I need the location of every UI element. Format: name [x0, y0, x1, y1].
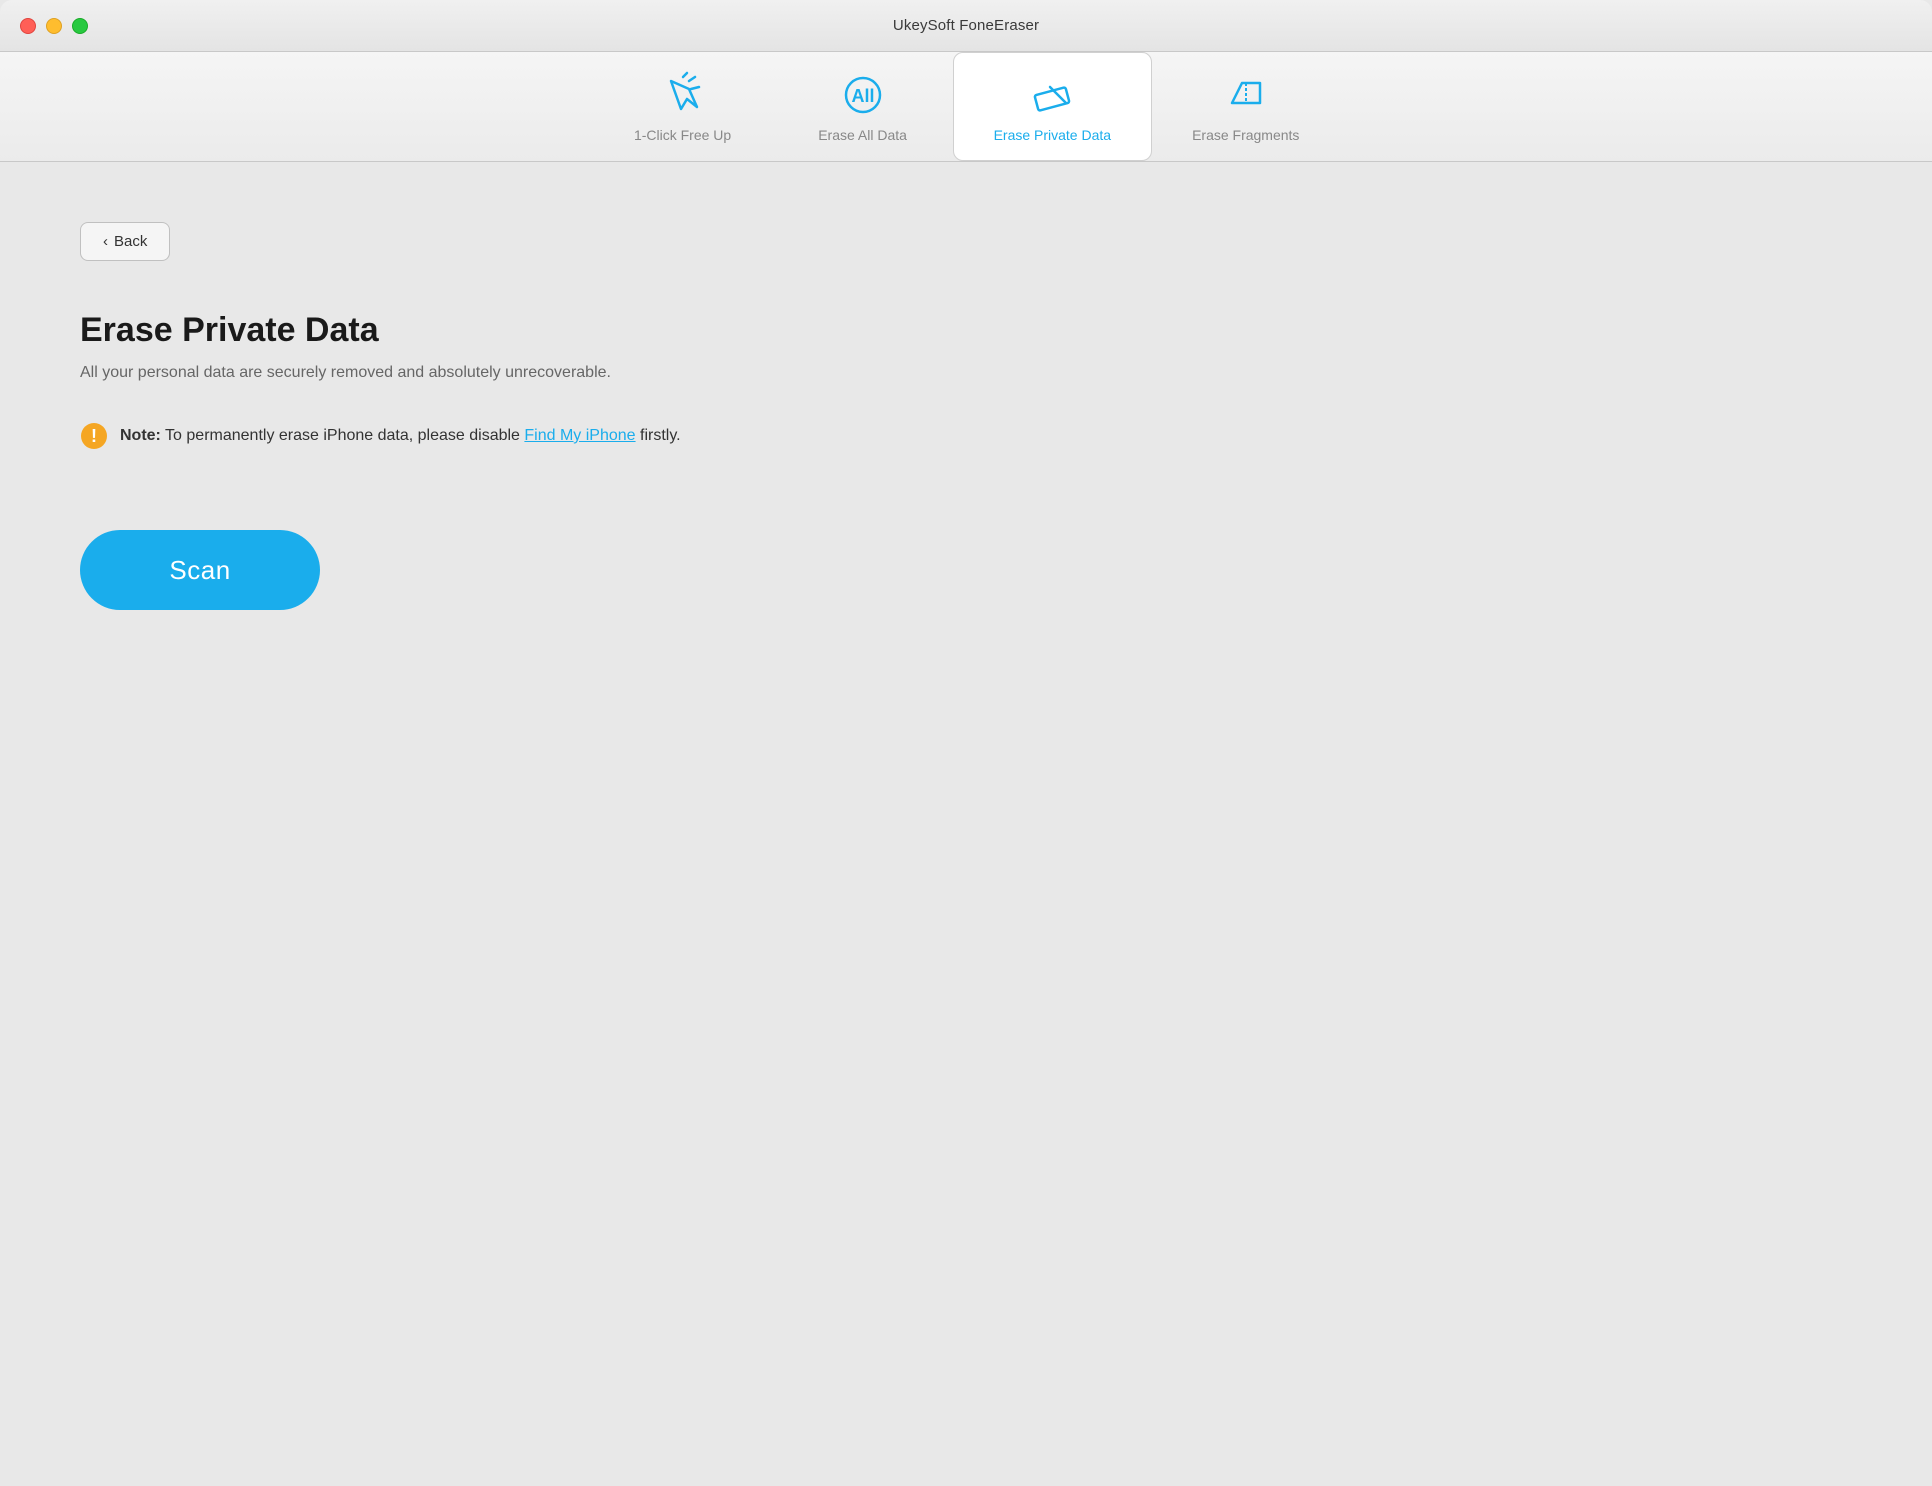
scan-button[interactable]: Scan — [80, 530, 320, 610]
maximize-button[interactable] — [72, 18, 88, 34]
tab-erase-private-data[interactable]: Erase Private Data — [953, 52, 1153, 161]
tab-one-click-free-up[interactable]: 1-Click Free Up — [593, 52, 773, 161]
tab-one-click-label: 1-Click Free Up — [634, 127, 731, 143]
back-chevron: ‹ — [103, 233, 108, 250]
note-prefix: Note: — [120, 427, 161, 444]
main-content: ‹ Back Erase Private Data All your perso… — [0, 162, 1932, 1486]
one-click-icon — [659, 71, 707, 119]
erase-fragments-icon — [1222, 71, 1270, 119]
note-row: ! Note: To permanently erase iPhone data… — [80, 422, 1852, 450]
svg-text:!: ! — [91, 426, 97, 446]
erase-all-icon: All — [839, 71, 887, 119]
tab-erase-fragments[interactable]: Erase Fragments — [1152, 52, 1339, 161]
tab-erase-all-data[interactable]: All Erase All Data — [773, 52, 953, 161]
svg-text:All: All — [851, 86, 874, 106]
tab-erase-all-label: Erase All Data — [818, 127, 907, 143]
tab-erase-private-label: Erase Private Data — [994, 127, 1112, 143]
erase-private-icon — [1028, 71, 1076, 119]
find-my-iphone-link[interactable]: Find My iPhone — [524, 427, 635, 444]
back-label: Back — [114, 233, 147, 250]
note-suffix: firstly. — [636, 427, 681, 444]
note-body: To permanently erase iPhone data, please… — [161, 427, 525, 444]
minimize-button[interactable] — [46, 18, 62, 34]
title-bar: UkeySoft FoneEraser — [0, 0, 1932, 52]
traffic-lights — [20, 18, 88, 34]
close-button[interactable] — [20, 18, 36, 34]
back-button[interactable]: ‹ Back — [80, 222, 170, 261]
toolbar: 1-Click Free Up All Erase All Data Era — [0, 52, 1932, 162]
page-subtitle: All your personal data are securely remo… — [80, 364, 1852, 382]
note-text: Note: To permanently erase iPhone data, … — [120, 427, 681, 445]
warning-icon: ! — [80, 422, 108, 450]
tab-erase-fragments-label: Erase Fragments — [1192, 127, 1299, 143]
page-title: Erase Private Data — [80, 311, 1852, 350]
window-title: UkeySoft FoneEraser — [893, 17, 1039, 34]
app-window: UkeySoft FoneEraser 1-Click Free Up — [0, 0, 1932, 1486]
